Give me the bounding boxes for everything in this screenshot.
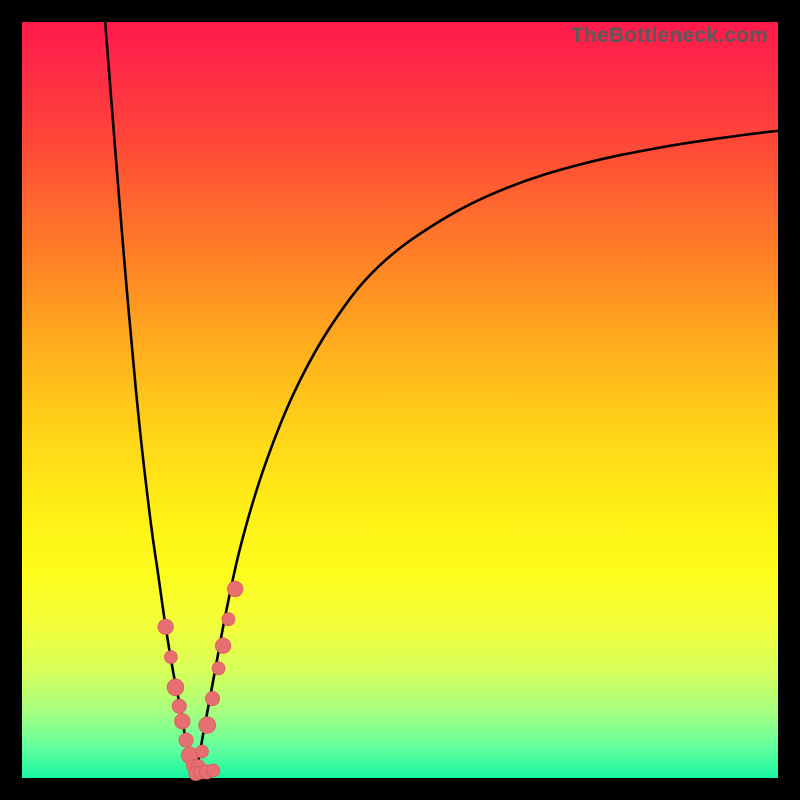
bead-marker — [179, 733, 193, 747]
bead-marker — [205, 692, 219, 706]
chart-frame: TheBottleneck.com — [0, 0, 800, 800]
bead-marker — [199, 717, 216, 734]
bead-marker — [196, 745, 209, 758]
bead-marker — [215, 638, 230, 653]
left-curve — [105, 22, 196, 774]
right-curve — [196, 131, 778, 774]
bead-marker — [207, 764, 220, 777]
bead-marker — [222, 613, 235, 626]
bead-marker — [158, 619, 173, 634]
bead-marker — [175, 714, 190, 729]
plot-area: TheBottleneck.com — [22, 22, 778, 778]
bead-marker — [227, 581, 242, 596]
bead-marker — [172, 699, 186, 713]
bead-marker — [212, 662, 225, 675]
curve-layer — [22, 22, 778, 778]
bead-marker — [167, 679, 184, 696]
bead-markers — [158, 581, 243, 780]
bead-marker — [165, 651, 178, 664]
